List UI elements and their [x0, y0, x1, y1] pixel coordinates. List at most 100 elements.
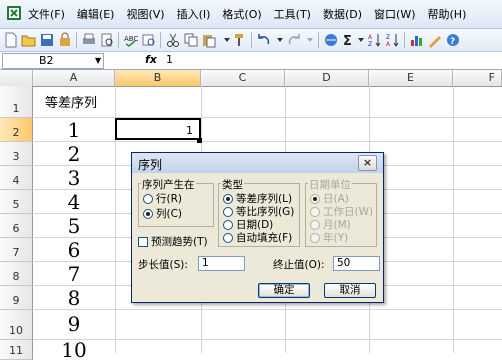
- column-header-f[interactable]: F: [453, 70, 502, 86]
- new-document-icon[interactable]: [3, 32, 19, 48]
- menu-edit[interactable]: 编辑(E): [77, 6, 115, 22]
- print-icon[interactable]: [81, 32, 97, 48]
- cell-a1-title[interactable]: 等差序列: [45, 92, 97, 111]
- hyperlink-icon[interactable]: [323, 32, 339, 48]
- copy-icon[interactable]: [183, 32, 199, 48]
- formula-bar: B2 ▼ fx 1: [0, 52, 502, 70]
- cell-a3[interactable]: 2: [33, 142, 115, 166]
- cell-a5[interactable]: 4: [33, 190, 115, 214]
- fill-handle[interactable]: [197, 138, 202, 143]
- spelling-icon[interactable]: ABC: [123, 32, 139, 48]
- menu-window[interactable]: 窗口(W): [374, 6, 415, 22]
- ok-button[interactable]: 确定: [258, 283, 310, 298]
- cell-a4[interactable]: 3: [33, 166, 115, 190]
- row-header-9[interactable]: 9: [0, 286, 33, 310]
- drawing-icon[interactable]: [427, 32, 443, 48]
- paste-icon[interactable]: [201, 32, 217, 48]
- menu-data[interactable]: 数据(D): [323, 6, 362, 22]
- series-dialog: 序列 × 序列产生在 行(R) 列(C) 类型 等差序列(L) 等比序列(G) …: [131, 152, 384, 303]
- cell-a2[interactable]: 1: [33, 118, 115, 142]
- radio-day-circle: [310, 193, 320, 204]
- name-box[interactable]: B2 ▼: [2, 53, 104, 69]
- radio-rows[interactable]: 行(R): [143, 192, 182, 205]
- row-header-7[interactable]: 7: [0, 238, 33, 262]
- row-number: 3: [12, 150, 20, 163]
- cell-a8[interactable]: 7: [33, 262, 115, 286]
- svg-text:A: A: [386, 41, 391, 48]
- step-value-input[interactable]: 1: [198, 256, 245, 271]
- sort-ascending-icon[interactable]: AZ: [367, 32, 383, 48]
- row-header-10[interactable]: 10: [0, 310, 33, 340]
- cell-a11[interactable]: 10: [33, 338, 115, 362]
- column-header-c[interactable]: C: [201, 70, 285, 86]
- save-icon[interactable]: [39, 32, 55, 48]
- cancel-button[interactable]: 取消: [324, 283, 376, 298]
- row-header-3[interactable]: 3: [0, 142, 33, 166]
- radio-year[interactable]: 年(Y): [310, 231, 348, 244]
- cell-a10[interactable]: 9: [33, 312, 115, 336]
- print-preview-icon[interactable]: [99, 32, 115, 48]
- row-header-6[interactable]: 6: [0, 214, 33, 238]
- column-header-b[interactable]: B: [115, 70, 201, 86]
- menu-tools[interactable]: 工具(T): [274, 6, 311, 22]
- standard-toolbar: ABC Σ AZ ZA ?: [0, 29, 502, 52]
- column-header-a[interactable]: A: [33, 70, 115, 86]
- type-title: 类型: [221, 177, 244, 192]
- select-all-corner[interactable]: [0, 70, 33, 86]
- radio-autofill-label: 自动填充(F): [236, 232, 293, 244]
- dialog-titlebar[interactable]: 序列 ×: [132, 153, 383, 173]
- cut-icon[interactable]: [165, 32, 181, 48]
- format-painter-icon[interactable]: [232, 32, 248, 48]
- row-number: 10: [9, 324, 23, 337]
- row-header-2[interactable]: 2: [0, 118, 33, 142]
- help-icon[interactable]: ?: [445, 32, 461, 48]
- permission-icon[interactable]: [57, 32, 73, 48]
- formula-input[interactable]: 1: [166, 53, 173, 67]
- column-header-e[interactable]: E: [369, 70, 453, 86]
- menu-bar: 文件(F) 编辑(E) 视图(V) 插入(I) 格式(O) 工具(T) 数据(D…: [0, 0, 502, 29]
- row-number: 1: [12, 102, 20, 115]
- cell-a6[interactable]: 5: [33, 214, 115, 238]
- open-folder-icon[interactable]: [21, 32, 37, 48]
- row-header-1[interactable]: 1: [0, 86, 33, 118]
- cell-a7[interactable]: 6: [33, 238, 115, 262]
- insert-function-icon[interactable]: fx: [145, 53, 157, 67]
- menu-help[interactable]: 帮助(H): [428, 6, 467, 22]
- radio-columns[interactable]: 列(C): [143, 207, 182, 220]
- close-button[interactable]: ×: [358, 155, 377, 171]
- dialog-title: 序列: [138, 158, 163, 172]
- radio-weekday-circle: [310, 206, 320, 217]
- radio-rows-circle: [143, 193, 153, 204]
- research-icon[interactable]: [141, 32, 157, 48]
- stop-value-input[interactable]: 50: [333, 256, 380, 271]
- svg-text:Z: Z: [386, 34, 390, 41]
- series-in-title: 序列产生在: [141, 177, 196, 192]
- row-header-8[interactable]: 8: [0, 262, 33, 286]
- trend-checkbox[interactable]: 预测趋势(T): [138, 235, 208, 248]
- radio-month-circle: [310, 219, 320, 230]
- active-cell-b2[interactable]: 1: [115, 118, 201, 140]
- menu-insert[interactable]: 插入(I): [177, 6, 211, 22]
- step-value-label: 步长值(S):: [138, 259, 188, 271]
- chart-wizard-icon[interactable]: [409, 32, 425, 48]
- row-header-11[interactable]: 11: [0, 340, 33, 360]
- menu-format[interactable]: 格式(O): [222, 6, 261, 22]
- row-header-5[interactable]: 5: [0, 190, 33, 214]
- name-box-dropdown-icon[interactable]: ▼: [95, 57, 101, 65]
- svg-text:?: ?: [450, 37, 455, 47]
- row-number: 8: [12, 270, 20, 283]
- radio-columns-label: 列(C): [156, 208, 183, 220]
- cell-a9[interactable]: 8: [33, 286, 115, 310]
- radio-autofill[interactable]: 自动填充(F): [223, 231, 292, 244]
- menu-view[interactable]: 视图(V): [126, 6, 164, 22]
- excel-app-icon[interactable]: [6, 5, 22, 21]
- row-header-4[interactable]: 4: [0, 166, 33, 190]
- trend-checkbox-box: [138, 236, 148, 247]
- sort-descending-icon[interactable]: ZA: [385, 32, 401, 48]
- menu-file[interactable]: 文件(F): [28, 6, 65, 22]
- redo-icon[interactable]: [286, 32, 302, 48]
- column-header-d[interactable]: D: [285, 70, 369, 86]
- stop-value-label: 终止值(O):: [273, 259, 325, 271]
- row-number: 7: [12, 246, 20, 259]
- undo-icon[interactable]: [256, 32, 272, 48]
